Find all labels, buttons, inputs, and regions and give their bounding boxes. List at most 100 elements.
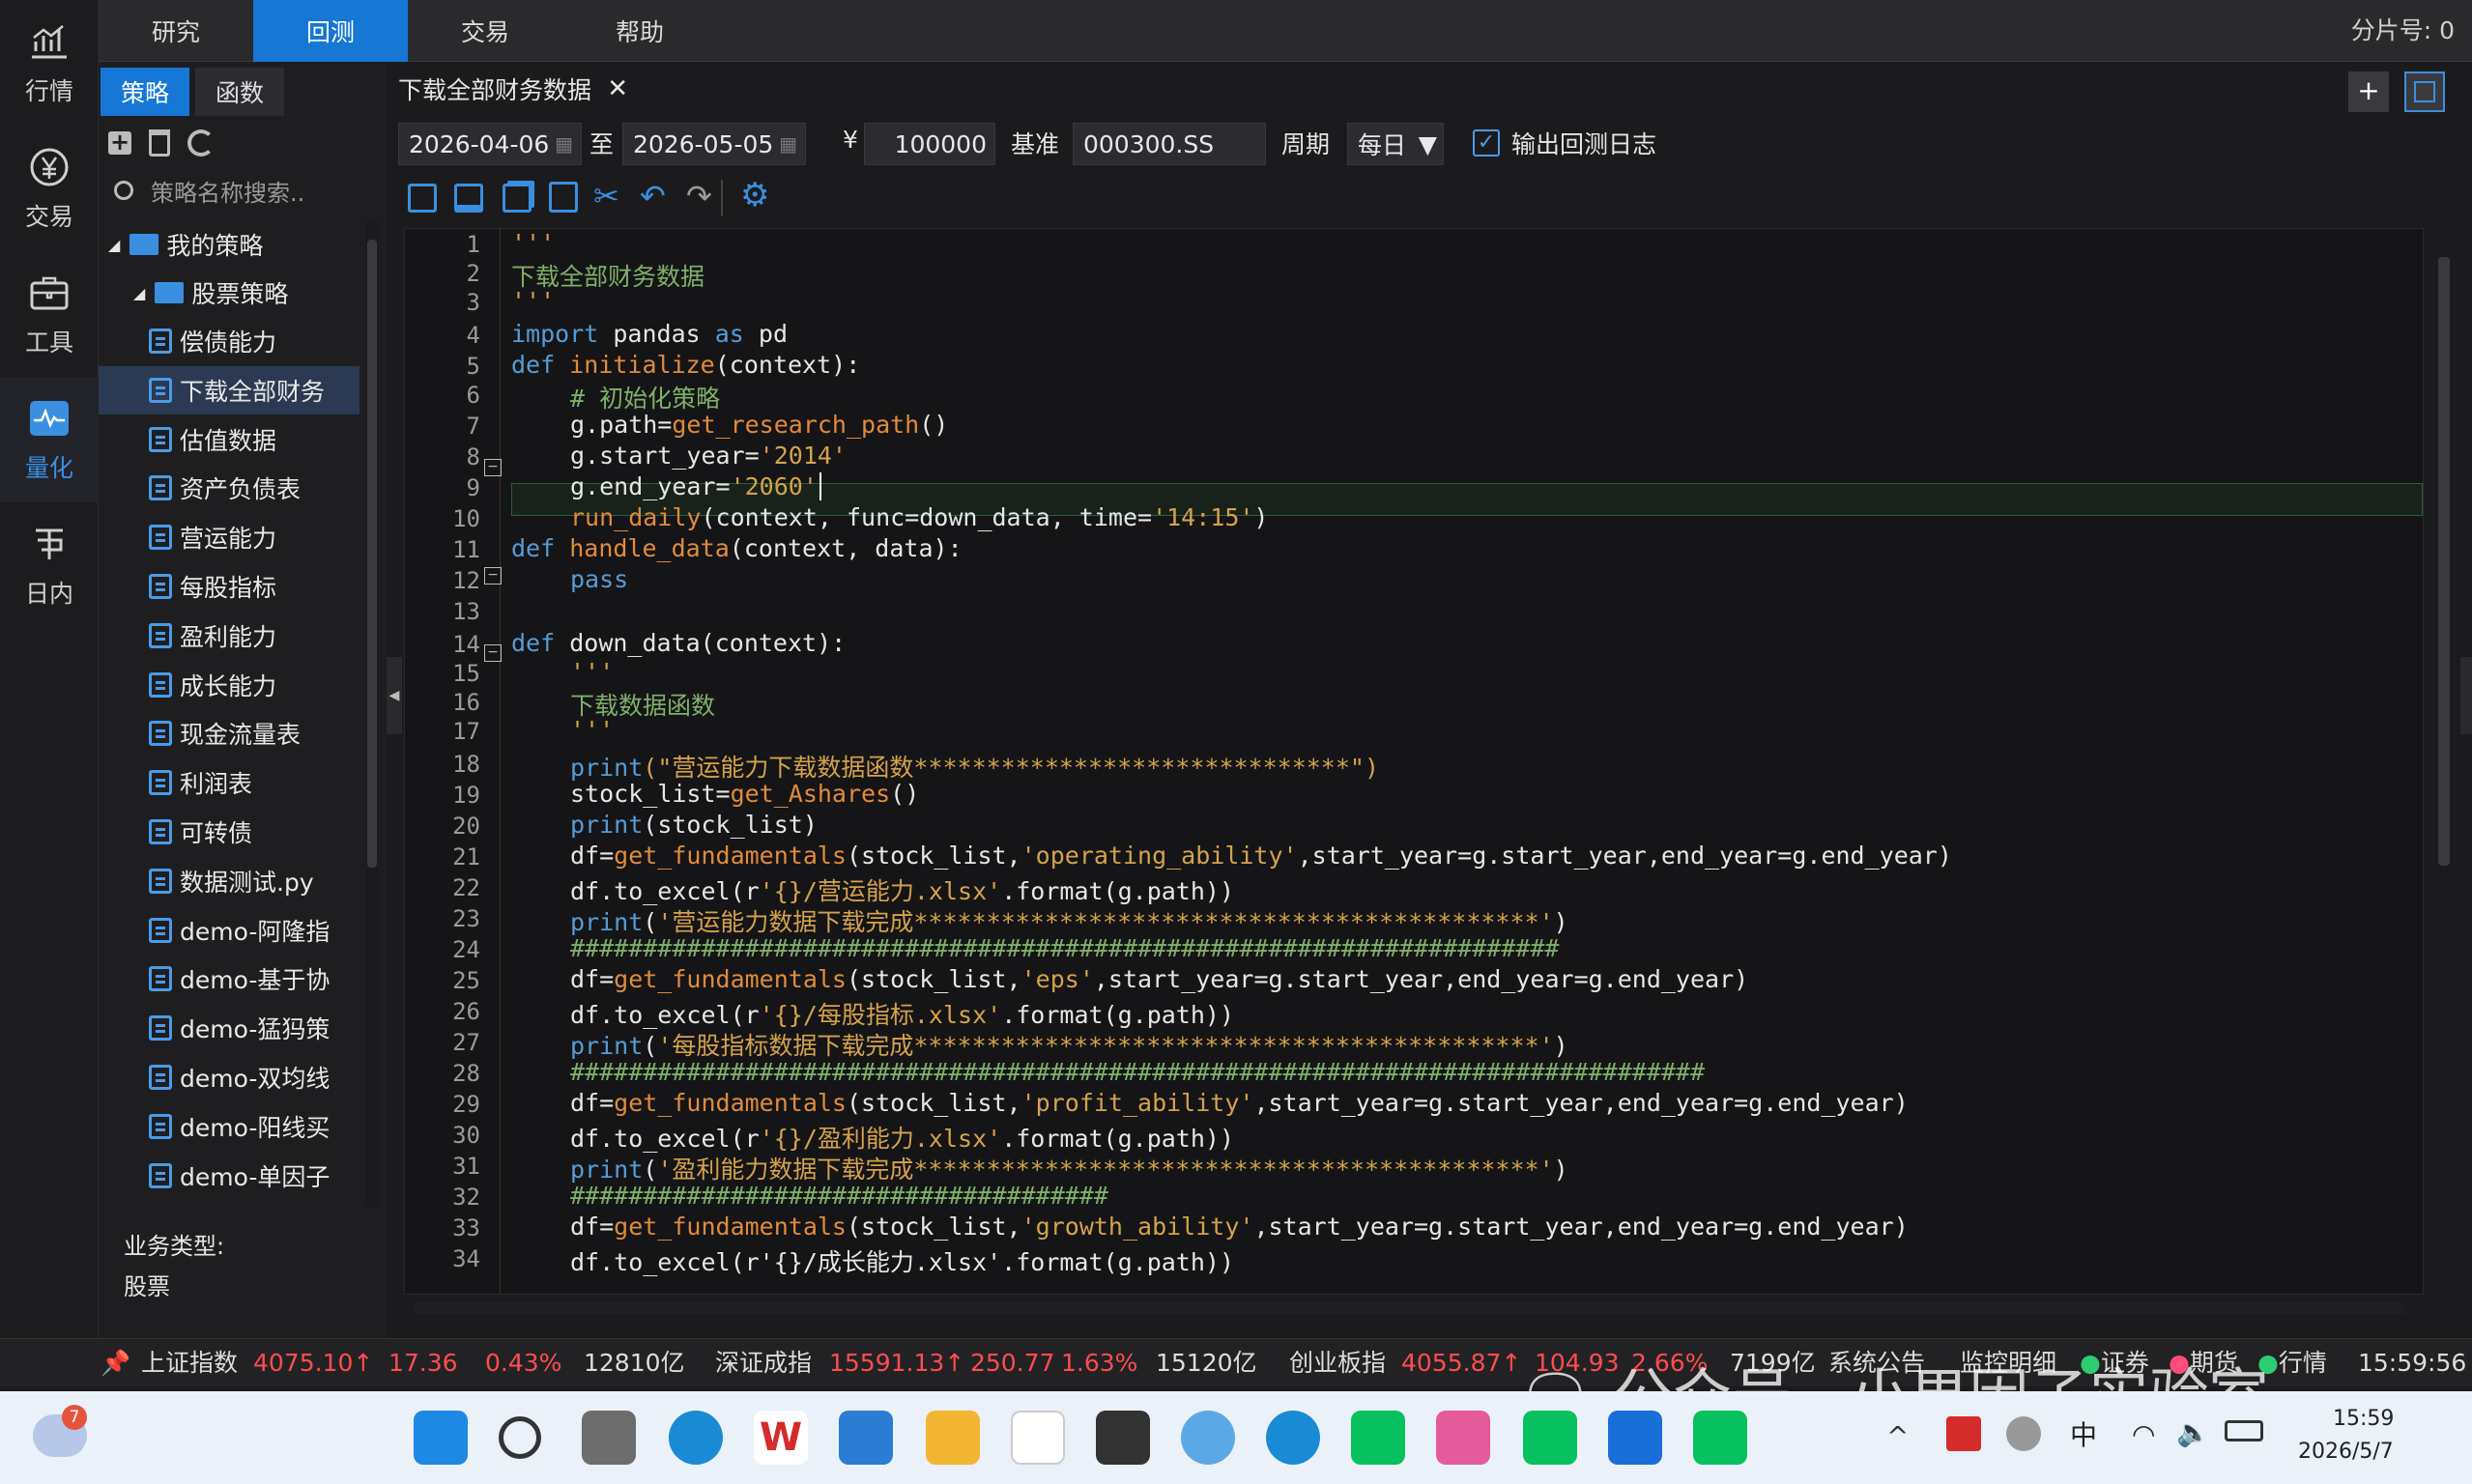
- strategy-item[interactable]: 可转债: [99, 808, 359, 856]
- trash-icon[interactable]: [149, 129, 170, 157]
- strategy-item[interactable]: 偿债能力: [99, 317, 359, 365]
- tree-sub[interactable]: ◢ 股票策略: [99, 269, 359, 317]
- end-date-input[interactable]: 2026-05-05 ▦: [622, 123, 806, 165]
- strategy-item[interactable]: demo-猛犸策: [99, 1004, 359, 1052]
- app-dark-icon[interactable]: [1096, 1411, 1150, 1465]
- strategy-item[interactable]: 成长能力: [99, 661, 359, 709]
- refresh-icon[interactable]: [187, 129, 215, 157]
- new-tab-button[interactable]: +: [2348, 71, 2389, 112]
- start-date-input[interactable]: 2026-04-06 ▦: [398, 123, 582, 165]
- strategy-item[interactable]: 现金流量表: [99, 709, 359, 757]
- tray-wps-icon[interactable]: [1946, 1416, 1981, 1451]
- right-panel-handle[interactable]: [2460, 657, 2472, 734]
- menu-trade[interactable]: 交易: [408, 0, 562, 62]
- start-icon[interactable]: [414, 1411, 468, 1465]
- tree-root[interactable]: ◢ 我的策略: [99, 220, 359, 269]
- calendar-icon[interactable]: ▦: [555, 132, 573, 156]
- strategy-item[interactable]: 营运能力: [99, 513, 359, 561]
- script-file-icon: [149, 1015, 172, 1042]
- store-icon[interactable]: [1011, 1411, 1065, 1465]
- tray-chevron-icon[interactable]: ^: [1886, 1420, 1909, 1452]
- fold-icon[interactable]: −: [484, 644, 502, 662]
- paste-icon[interactable]: [549, 182, 578, 213]
- add-icon[interactable]: +: [108, 130, 131, 155]
- strategy-item[interactable]: 盈利能力: [99, 612, 359, 660]
- outlook-icon[interactable]: [839, 1411, 893, 1465]
- maximize-button[interactable]: [2404, 71, 2445, 112]
- paint-icon[interactable]: [1181, 1411, 1235, 1465]
- code-line-5: def initialize(context):: [511, 351, 861, 379]
- copy-icon[interactable]: [503, 184, 532, 213]
- tree-scrollbar[interactable]: [365, 220, 379, 1264]
- clock-time[interactable]: 15:59: [2333, 1407, 2394, 1431]
- rail-intraday[interactable]: 日内: [0, 502, 99, 628]
- ptrade-search-icon[interactable]: [1436, 1411, 1490, 1465]
- line-number: 31: [452, 1153, 480, 1180]
- benchmark-input[interactable]: 000300.SS: [1073, 123, 1266, 165]
- capital-input[interactable]: 100000: [864, 123, 995, 165]
- ime-indicator[interactable]: 中: [2070, 1414, 2097, 1453]
- script-file-icon: [149, 1162, 172, 1188]
- edge-icon[interactable]: [669, 1411, 723, 1465]
- gear-icon[interactable]: ⚙: [740, 176, 769, 214]
- close-icon[interactable]: ✕: [607, 74, 628, 103]
- menu-backtest[interactable]: 回测: [253, 0, 408, 62]
- tab-download-financial[interactable]: 下载全部财务数据 ✕: [387, 66, 640, 114]
- ptrade-icon[interactable]: [1608, 1411, 1662, 1465]
- battery-icon[interactable]: [2225, 1420, 2263, 1441]
- rail-trade[interactable]: 交易: [0, 126, 99, 251]
- editor-hscroll[interactable]: [404, 1295, 2424, 1324]
- undo-icon[interactable]: ↶: [640, 178, 666, 214]
- rail-tools[interactable]: 工具: [0, 251, 99, 377]
- strategy-item[interactable]: demo-单因子: [99, 1152, 359, 1200]
- strategy-search[interactable]: 策略名称搜索..: [99, 162, 387, 218]
- rail-market[interactable]: 行情: [0, 0, 99, 126]
- wps-icon[interactable]: W: [754, 1411, 808, 1465]
- cy-index-value: 4055.87↑: [1401, 1349, 1522, 1377]
- wechat-icon[interactable]: [1523, 1411, 1577, 1465]
- strategy-item[interactable]: 利润表: [99, 758, 359, 807]
- strategy-item[interactable]: 每股指标: [99, 562, 359, 611]
- line-number: 1: [466, 231, 480, 258]
- wifi-icon[interactable]: ◠: [2132, 1418, 2155, 1450]
- strategy-item[interactable]: demo-阿隆指: [99, 906, 359, 955]
- rail-quant[interactable]: 量化: [0, 377, 99, 502]
- strategy-item[interactable]: 下载全部财务: [99, 365, 359, 414]
- menu-research[interactable]: 研究: [99, 0, 253, 62]
- edge-ai-icon[interactable]: [1266, 1411, 1320, 1465]
- task-view-icon[interactable]: [582, 1411, 636, 1465]
- line-number: 12: [452, 567, 480, 594]
- tab-strategy[interactable]: 策略: [101, 68, 189, 116]
- script-file-icon: [149, 574, 172, 599]
- strategy-item-label: 下载全部财务: [180, 377, 326, 406]
- fold-icon[interactable]: −: [484, 459, 502, 476]
- cut-icon[interactable]: ✂: [593, 178, 619, 214]
- calendar-icon[interactable]: ▦: [779, 132, 797, 156]
- tray-cloud-icon[interactable]: [2006, 1416, 2041, 1451]
- code-editor[interactable]: 1 2 3 4 5 6 7 8 9 10 11 12 13 14 15 16 17 18 19 20 21 22 23 24 2…: [404, 228, 2424, 1295]
- explorer-icon[interactable]: [926, 1411, 980, 1465]
- strategy-item[interactable]: 资产负债表: [99, 464, 359, 512]
- tab-functions[interactable]: 函数: [195, 68, 284, 116]
- strategy-item[interactable]: demo-阳线买: [99, 1102, 359, 1151]
- search-taskbar-icon[interactable]: [499, 1416, 541, 1459]
- save-icon[interactable]: [408, 184, 437, 213]
- period-select[interactable]: 每日 ▼: [1347, 123, 1444, 165]
- editor-vscroll[interactable]: [2433, 228, 2455, 1295]
- strategy-item[interactable]: 数据测试.py: [99, 857, 359, 905]
- fold-icon[interactable]: −: [484, 567, 502, 585]
- pin-icon[interactable]: 📌: [101, 1339, 130, 1387]
- strategy-item[interactable]: demo-基于协: [99, 955, 359, 1003]
- redo-icon[interactable]: ↷: [686, 178, 712, 214]
- save-as-icon[interactable]: [454, 184, 483, 213]
- chart-bars-icon: [32, 25, 67, 59]
- volume-icon[interactable]: 🔈: [2176, 1416, 2210, 1448]
- green-app-icon[interactable]: [1351, 1411, 1405, 1465]
- clock-date[interactable]: 2026/5/7: [2298, 1440, 2394, 1464]
- strategy-item[interactable]: demo-双均线: [99, 1053, 359, 1101]
- chat-icon[interactable]: [1693, 1411, 1747, 1465]
- collapse-panel-handle[interactable]: ◀: [387, 657, 402, 734]
- menu-help[interactable]: 帮助: [562, 0, 717, 62]
- log-checkbox[interactable]: ✓: [1473, 129, 1500, 157]
- strategy-item[interactable]: 估值数据: [99, 415, 359, 464]
